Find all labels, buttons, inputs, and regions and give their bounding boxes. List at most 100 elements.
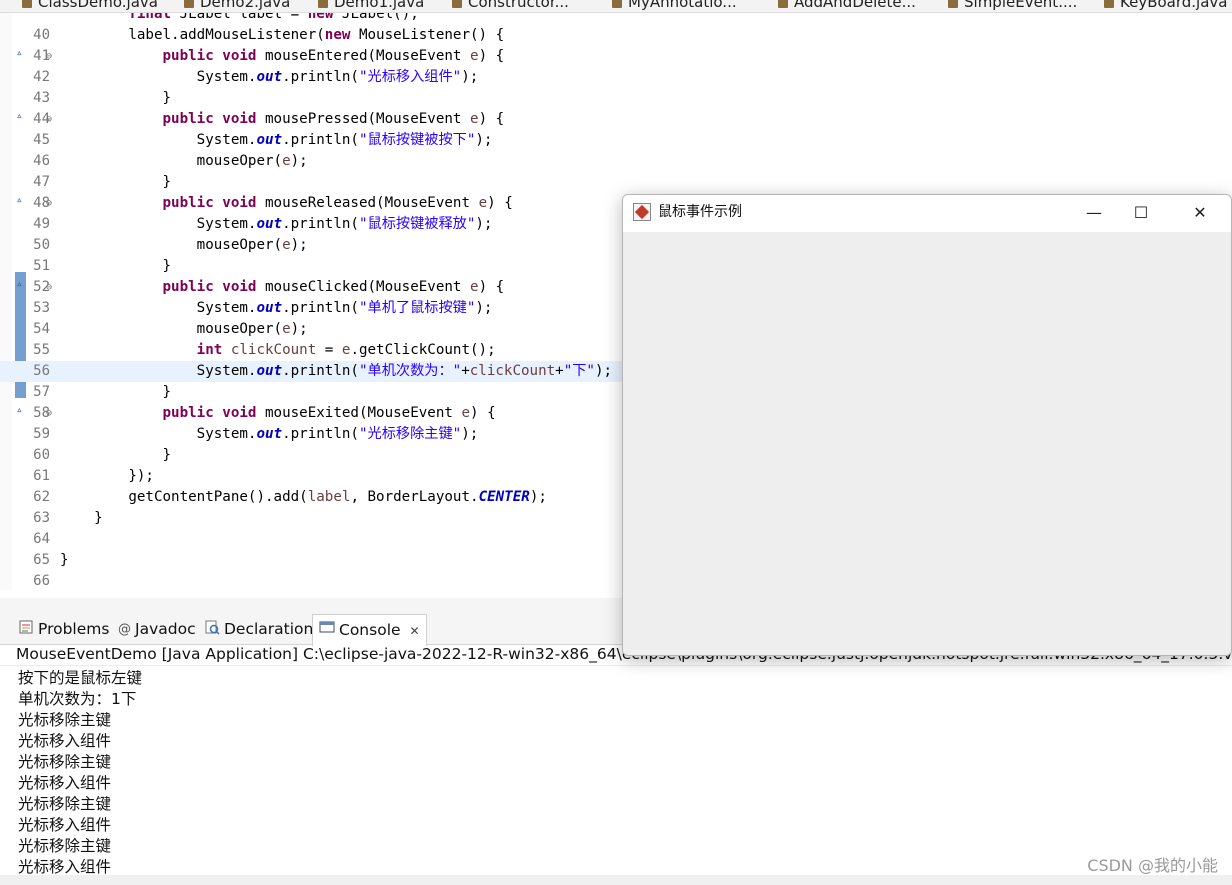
java-app-icon — [633, 203, 651, 221]
console-line: 光标移入组件 — [18, 732, 112, 750]
fold-toggle-icon[interactable]: ⊖ — [46, 193, 52, 214]
code-text: } — [60, 258, 172, 274]
code-text: } — [60, 552, 69, 568]
window-content-pane[interactable] — [623, 232, 1231, 655]
console-line: 单机次数为：1下 — [18, 690, 137, 708]
fold-toggle-icon[interactable]: ⊖ — [46, 109, 52, 130]
code-text: } — [60, 447, 172, 463]
code-text: System.out.println("单机次数为："+clickCount+"… — [60, 363, 613, 379]
code-text: int clickCount = e.getClickCount(); — [196, 342, 496, 358]
bottom-scrollbar[interactable] — [0, 875, 1232, 885]
window-title: 鼠标事件示例 — [658, 204, 742, 220]
console-line: 光标移入组件 — [18, 774, 112, 792]
declaration-icon — [204, 611, 220, 649]
maximize-button[interactable]: ☐ — [1118, 195, 1164, 230]
code-text: mouseOper(e); — [60, 321, 308, 337]
code-text: label.addMouseListener(new MouseListener… — [60, 27, 505, 43]
window-title-bar[interactable]: 鼠标事件示例 — ☐ ✕ — [623, 195, 1231, 232]
watermark: CSDN @我的小能 — [1087, 856, 1218, 875]
tab-console[interactable]: Console ✕ — [312, 614, 427, 646]
line-number: 61 — [33, 468, 50, 484]
console-line: 光标移除主键 — [18, 753, 112, 771]
java-file-icon — [452, 0, 462, 8]
editor-tab[interactable]: Demo2.java — [184, 0, 290, 12]
java-file-icon — [1104, 0, 1114, 8]
console-line: 按下的是鼠标左键 — [18, 669, 143, 687]
console-line: 光标移入组件 — [18, 858, 112, 876]
code-line[interactable]: 46 mouseOper(e); — [0, 151, 1232, 172]
code-text: }); — [60, 468, 154, 484]
code-text: } — [60, 90, 172, 106]
code-line[interactable]: 45 System.out.println("鼠标按键被按下"); — [0, 130, 1232, 151]
line-number: 53 — [33, 300, 50, 316]
editor-tab[interactable]: KeyBoard.java — [1104, 0, 1227, 12]
line-number: 60 — [33, 447, 50, 463]
line-number: 55 — [33, 342, 50, 358]
tab-javadoc[interactable]: @ Javadoc — [118, 610, 196, 644]
line-number: 45 — [33, 132, 50, 148]
editor-tab[interactable]: ClassDemo.java — [22, 0, 158, 12]
console-icon — [319, 615, 335, 646]
console-line: 光标移除主键 — [18, 837, 112, 855]
override-marker-icon: ▵ — [16, 109, 23, 122]
fold-toggle-icon[interactable]: ⊖ — [46, 46, 52, 67]
editor-tab[interactable]: Constructor... — [452, 0, 569, 12]
code-text: public void mouseExited(MouseEvent e) { — [162, 405, 496, 421]
line-number: 65 — [33, 552, 50, 568]
code-line[interactable]: 44 ▵ ⊖ public void mousePressed(MouseEvent… — [0, 109, 1232, 130]
line-number: 62 — [33, 489, 50, 505]
problems-icon — [18, 611, 34, 649]
code-line[interactable]: 40 label.addMouseListener(new MouseListe… — [0, 25, 1232, 46]
line-number: 54 — [33, 321, 50, 337]
code-text: public void mousePressed(MouseEvent e) { — [162, 111, 505, 127]
code-line[interactable]: final JLabel label = new JLabel(); — [0, 13, 1232, 25]
line-number: 46 — [33, 153, 50, 169]
minimize-button[interactable]: — — [1071, 195, 1117, 230]
editor-tab[interactable]: MyAnnotatio... — [612, 0, 737, 12]
code-line[interactable]: 42 System.out.println("光标移入组件"); — [0, 67, 1232, 88]
code-text: final JLabel label = new JLabel(); — [128, 13, 419, 22]
fold-toggle-icon[interactable]: ⊖ — [46, 277, 52, 298]
editor-tab[interactable]: Demo1.java — [318, 0, 424, 12]
fold-toggle-icon[interactable]: ⊖ — [46, 403, 52, 424]
code-line[interactable]: 47 } — [0, 172, 1232, 193]
code-line[interactable]: 41 ▵ ⊖ public void mouseEntered(MouseEvent… — [0, 46, 1232, 67]
console-line: 光标移除主键 — [18, 795, 112, 813]
override-marker-icon: ▵ — [16, 193, 23, 206]
line-number: 49 — [33, 216, 50, 232]
code-text: System.out.println("鼠标按键被释放"); — [60, 216, 493, 232]
java-file-icon — [184, 0, 194, 8]
line-number: 59 — [33, 426, 50, 442]
code-text: } — [60, 384, 172, 400]
tab-declaration[interactable]: Declaration — [204, 610, 313, 644]
console-line: 光标移除主键 — [18, 711, 112, 729]
override-marker-icon: ▵ — [16, 403, 23, 416]
code-text: public void mouseEntered(MouseEvent e) { — [162, 48, 505, 64]
line-number: 64 — [33, 531, 50, 547]
editor-tab[interactable]: AddAndDelete... — [778, 0, 916, 12]
java-file-icon — [318, 0, 328, 8]
console-line: 光标移入组件 — [18, 816, 112, 834]
code-text: } — [60, 174, 172, 190]
code-text: System.out.println("光标移除主键"); — [60, 426, 479, 442]
close-button[interactable]: ✕ — [1177, 195, 1223, 230]
console-output[interactable]: 按下的是鼠标左键 单机次数为：1下 光标移除主键 光标移入组件 光标移除主键 光标移入组件… — [0, 665, 1232, 876]
code-text: mouseOper(e); — [60, 237, 308, 253]
line-number: 56 — [33, 363, 50, 379]
editor-tab[interactable]: SimpleEvent.... — [948, 0, 1077, 12]
java-file-icon — [22, 0, 32, 8]
tab-problems[interactable]: Problems — [18, 610, 109, 644]
editor-tab-strip: ClassDemo.java Demo2.java Demo1.java Con… — [0, 0, 1232, 13]
override-marker-icon: ▵ — [16, 277, 23, 290]
line-number: 50 — [33, 237, 50, 253]
code-text: } — [60, 510, 103, 526]
close-icon[interactable]: ✕ — [409, 624, 419, 638]
code-line[interactable]: 43 } — [0, 88, 1232, 109]
swing-frame-window[interactable]: 鼠标事件示例 — ☐ ✕ — [622, 194, 1232, 656]
override-marker-icon: ▵ — [16, 46, 23, 59]
line-number: 42 — [33, 69, 50, 85]
javadoc-icon: @ — [118, 621, 131, 637]
java-file-icon — [948, 0, 958, 8]
code-text: mouseOper(e); — [60, 153, 308, 169]
code-text: public void mouseClicked(MouseEvent e) { — [162, 279, 505, 295]
